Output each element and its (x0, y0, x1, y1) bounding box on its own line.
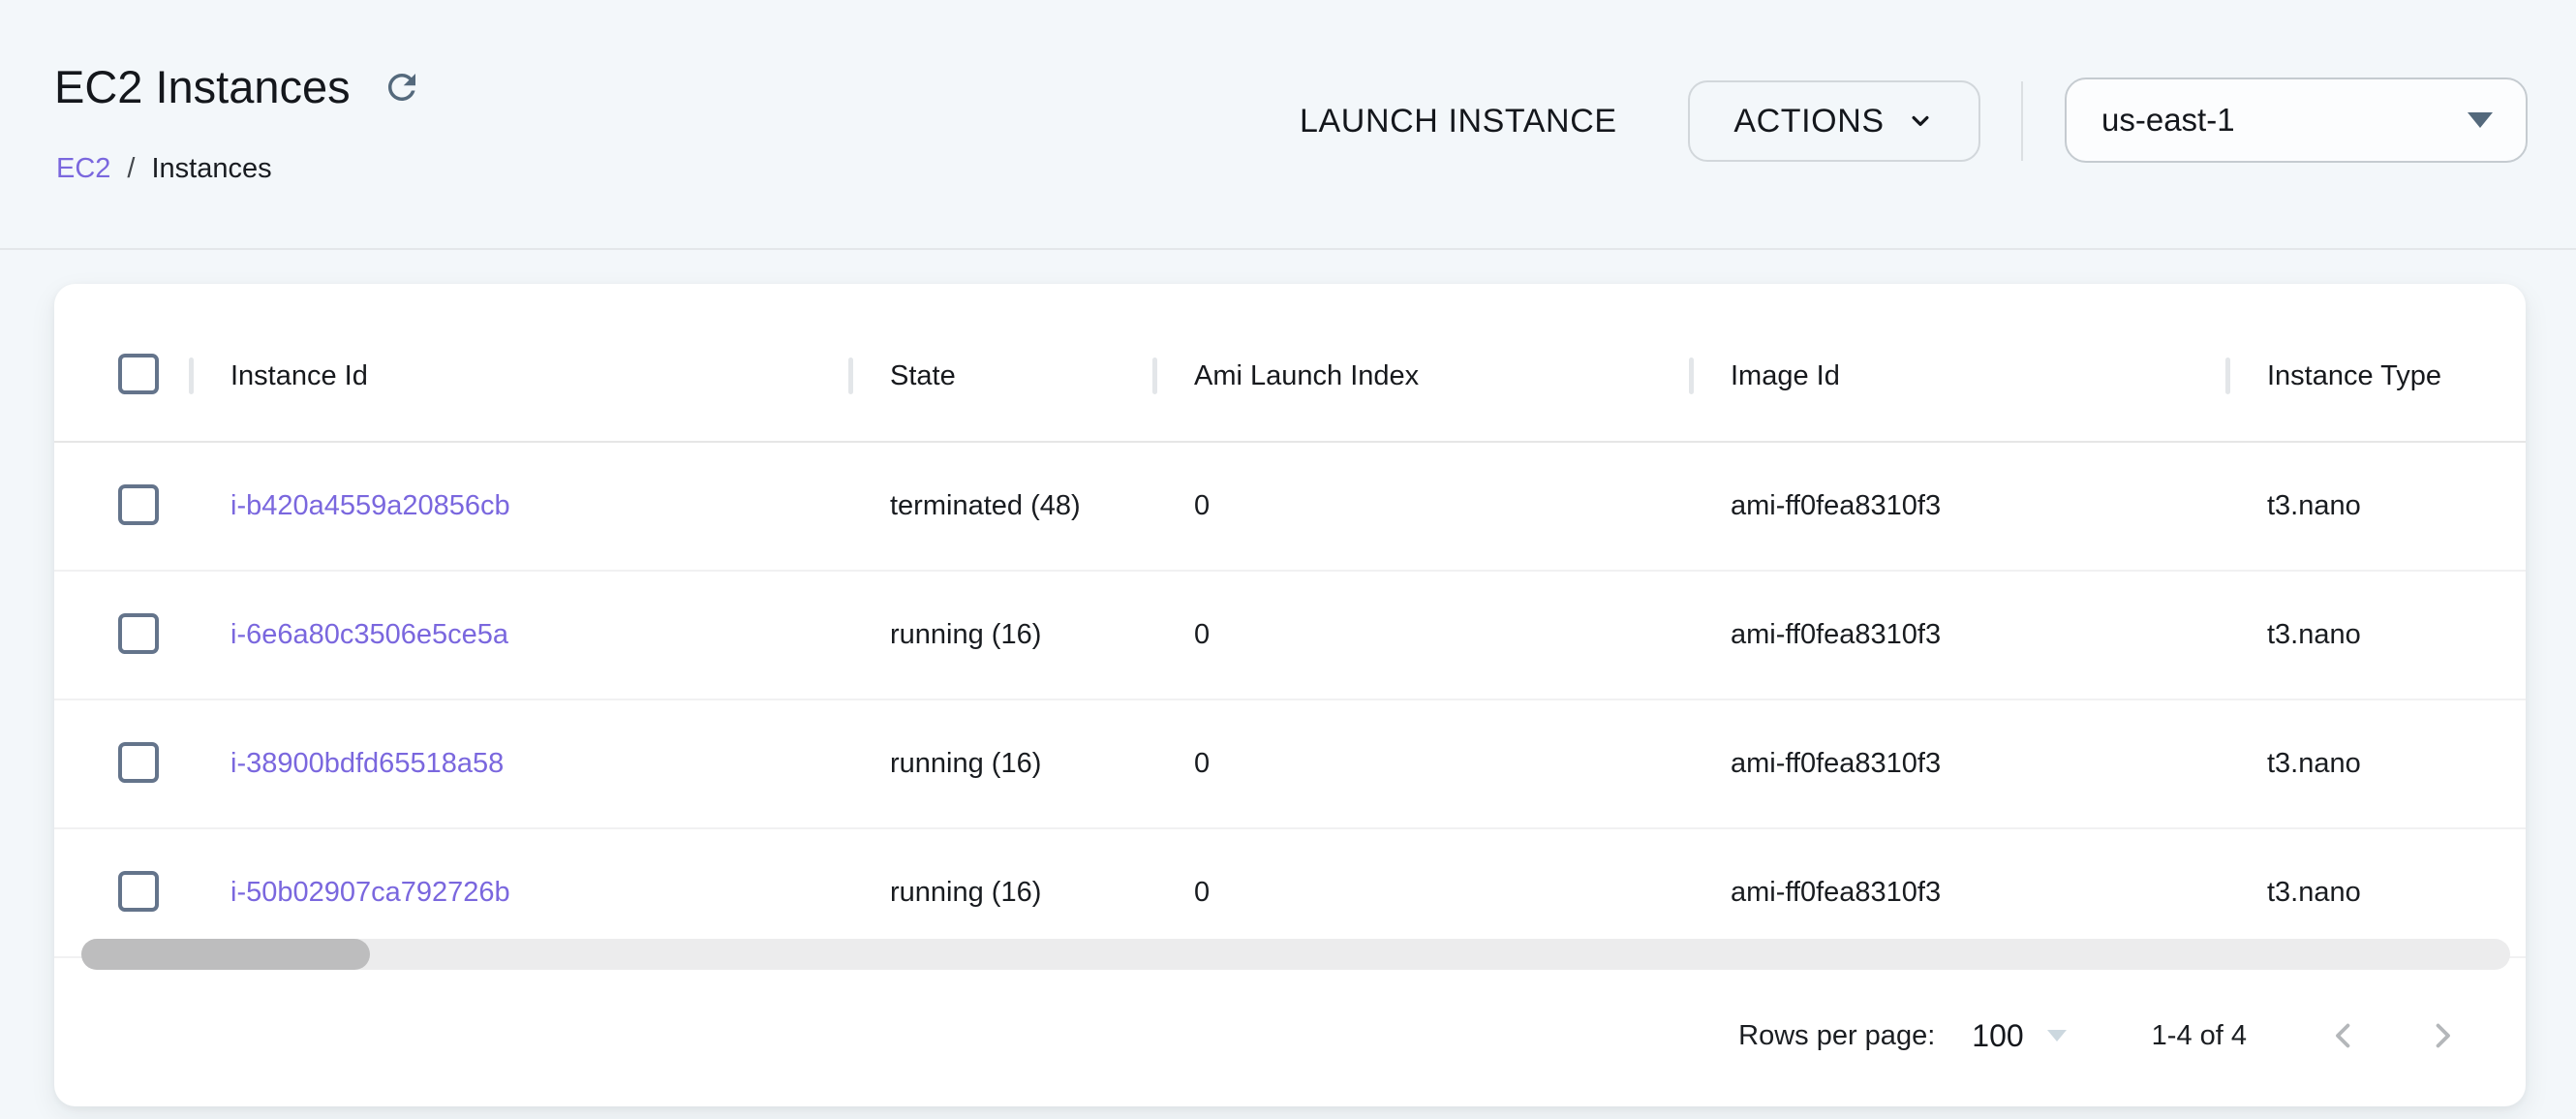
row-checkbox-cell (54, 871, 192, 916)
region-select-value: us-east-1 (2101, 102, 2235, 139)
horizontal-scrollbar-thumb[interactable] (81, 939, 370, 970)
instance-id-link[interactable]: i-50b02907ca792726b (230, 877, 510, 908)
ec2-instances-page: EC2 Instances EC2 / Instances LAUNCH INS… (0, 0, 2576, 1119)
column-header-ami-launch-index[interactable]: Ami Launch Index (1155, 360, 1692, 392)
image-id-cell: ami-ff0fea8310f3 (1692, 490, 2228, 522)
column-separator (848, 357, 853, 394)
row-checkbox[interactable] (118, 484, 159, 525)
breadcrumb: EC2 / Instances (56, 153, 272, 185)
instance-type-cell: t3.nano (2228, 748, 2526, 780)
row-checkbox[interactable] (118, 871, 159, 912)
column-separator (1689, 357, 1694, 394)
ami-launch-index-cell: 0 (1155, 748, 1692, 780)
table-header-row: Instance Id State Ami Launch Index Image… (54, 284, 2526, 443)
chevron-down-icon (1906, 107, 1935, 136)
instance-id-link[interactable]: i-38900bdfd65518a58 (230, 748, 504, 779)
state-cell: running (16) (851, 619, 1155, 651)
launch-instance-button[interactable]: LAUNCH INSTANCE (1294, 80, 1623, 162)
horizontal-scrollbar[interactable] (81, 939, 2510, 970)
column-separator (2225, 357, 2230, 394)
instance-id-link[interactable]: i-b420a4559a20856cb (230, 490, 510, 521)
state-cell: running (16) (851, 748, 1155, 780)
instance-type-cell: t3.nano (2228, 619, 2526, 651)
toolbar-divider (2021, 81, 2023, 161)
next-page-button[interactable] (2421, 1014, 2464, 1057)
breadcrumb-separator: / (127, 153, 135, 185)
ami-launch-index-cell: 0 (1155, 877, 1692, 909)
image-id-cell: ami-ff0fea8310f3 (1692, 748, 2228, 780)
image-id-cell: ami-ff0fea8310f3 (1692, 877, 2228, 909)
column-separator (189, 357, 194, 394)
column-header-instance-id[interactable]: Instance Id (192, 360, 851, 392)
breadcrumb-link-ec2[interactable]: EC2 (56, 153, 110, 185)
dropdown-triangle-icon (2047, 1030, 2067, 1041)
header-divider (0, 248, 2576, 250)
column-header-label: Image Id (1731, 360, 1840, 391)
instance-type-cell: t3.nano (2228, 490, 2526, 522)
page-header: EC2 Instances (54, 62, 424, 112)
table-row: i-38900bdfd65518a58 running (16) 0 ami-f… (54, 700, 2526, 829)
instance-id-cell: i-b420a4559a20856cb (192, 490, 851, 522)
breadcrumb-current: Instances (151, 153, 271, 185)
column-header-label: Instance Type (2267, 360, 2441, 391)
instance-id-cell: i-38900bdfd65518a58 (192, 748, 851, 780)
row-checkbox-cell (54, 742, 192, 787)
column-header-image-id[interactable]: Image Id (1692, 360, 2228, 392)
state-cell: terminated (48) (851, 490, 1155, 522)
rows-per-page-label: Rows per page: (1738, 1020, 1935, 1052)
table-row: i-b420a4559a20856cb terminated (48) 0 am… (54, 443, 2526, 572)
select-all-cell (54, 354, 192, 398)
page-title: EC2 Instances (54, 62, 351, 112)
actions-button[interactable]: ACTIONS (1688, 80, 1980, 162)
instance-id-cell: i-50b02907ca792726b (192, 877, 851, 909)
dropdown-triangle-icon (2468, 112, 2493, 128)
select-all-checkbox[interactable] (118, 354, 159, 394)
pagination-range-label: 1-4 of 4 (2152, 1020, 2247, 1052)
rows-per-page-value: 100 (1972, 1018, 2023, 1054)
table-row: i-6e6a80c3506e5ce5a running (16) 0 ami-f… (54, 572, 2526, 700)
column-header-label: Ami Launch Index (1194, 360, 1419, 391)
column-separator (1152, 357, 1157, 394)
instances-table-card: Instance Id State Ami Launch Index Image… (54, 284, 2526, 1106)
previous-page-button[interactable] (2322, 1014, 2365, 1057)
rows-per-page-select[interactable]: 100 (1972, 1018, 2066, 1054)
column-header-label: State (890, 360, 956, 391)
column-header-state[interactable]: State (851, 360, 1155, 392)
ami-launch-index-cell: 0 (1155, 490, 1692, 522)
ami-launch-index-cell: 0 (1155, 619, 1692, 651)
pagination-bar: Rows per page: 100 1-4 of 4 (1738, 1005, 2464, 1067)
row-checkbox[interactable] (118, 742, 159, 783)
image-id-cell: ami-ff0fea8310f3 (1692, 619, 2228, 651)
state-cell: running (16) (851, 877, 1155, 909)
column-header-label: Instance Id (230, 360, 368, 391)
chevron-left-icon (2325, 1017, 2362, 1054)
instance-id-link[interactable]: i-6e6a80c3506e5ce5a (230, 619, 508, 650)
refresh-button[interactable] (380, 65, 424, 109)
chevron-right-icon (2424, 1017, 2461, 1054)
row-checkbox-cell (54, 613, 192, 658)
row-checkbox[interactable] (118, 613, 159, 654)
column-header-instance-type[interactable]: Instance Type (2228, 360, 2526, 392)
row-checkbox-cell (54, 484, 192, 529)
region-select[interactable]: us-east-1 (2065, 78, 2528, 163)
refresh-icon (382, 67, 422, 108)
actions-button-label: ACTIONS (1733, 103, 1884, 140)
instance-type-cell: t3.nano (2228, 877, 2526, 909)
instance-id-cell: i-6e6a80c3506e5ce5a (192, 619, 851, 651)
